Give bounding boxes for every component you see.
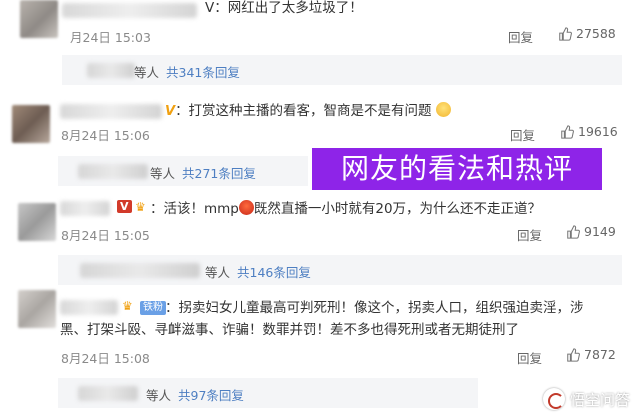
vip-v-icon: V (165, 104, 176, 119)
replies-count-link[interactable]: 共271条回复 (182, 163, 256, 182)
avatar[interactable] (18, 290, 56, 328)
replier-names-blurred (87, 63, 135, 78)
comment-text: V：打赏这种主播的看客，智商是不是有问题 (165, 101, 451, 122)
username-blurred[interactable] (60, 300, 118, 315)
comment-1: V：网红出了太多垃圾了！ 月24日 15:03 回复 27588 等人 共341… (0, 0, 640, 85)
comment-text-line-2: 黑、打架斗殴、寻衅滋事、诈骗！数罪并罚！差不多也得死刑或者无期徒刑了 (60, 322, 519, 338)
comment-text: ：活该！mmp 既然直播一小时就有20万，为什么还不走正道？ (150, 200, 542, 217)
like-count: 9149 (584, 224, 616, 239)
comment-time: 8月24日 15:08 (61, 351, 150, 366)
replies-count-link[interactable]: 共146条回复 (237, 262, 311, 281)
comment-text-line-1: ：拐卖妇女儿童最高可判死刑！像这个，拐卖人口，组织强迫卖淫，涉 (165, 300, 584, 316)
like-button[interactable]: 19616 (560, 124, 618, 139)
comment-time: 8月24日 15:05 (61, 228, 150, 243)
reply-button[interactable]: 回复 (517, 225, 542, 244)
replies-count-link[interactable]: 共341条回复 (166, 62, 240, 81)
username-blurred[interactable] (62, 3, 197, 18)
reply-button[interactable]: 回复 (517, 348, 542, 367)
replier-names-blurred (78, 386, 138, 401)
fan-badge: 铁粉 (140, 301, 166, 315)
thumbs-up-icon (567, 347, 580, 362)
emoji-icon (435, 102, 451, 117)
replies-count-link[interactable]: 共97条回复 (178, 385, 244, 404)
avatar[interactable] (18, 203, 56, 241)
thumbs-up-icon (561, 124, 574, 139)
comment-3: V ♛ ：活该！mmp 既然直播一小时就有20万，为什么还不走正道？ 8月24日 … (0, 195, 640, 285)
thumbs-up-icon (559, 26, 572, 41)
replies-prefix: 等人 (150, 166, 176, 181)
replier-names-blurred (80, 263, 200, 278)
like-button[interactable]: 9149 (566, 224, 616, 239)
watermark: 悟空问答 (542, 388, 630, 410)
replies-prefix: 等人 (134, 65, 160, 80)
like-count: 7872 (584, 347, 616, 362)
replies-prefix: 等人 (205, 265, 231, 280)
like-count: 19616 (578, 124, 618, 139)
reply-summary[interactable]: 等人 共97条回复 (58, 378, 478, 408)
avatar[interactable] (12, 105, 50, 143)
username-blurred[interactable] (60, 104, 162, 119)
comment-time: 月24日 15:03 (70, 30, 151, 45)
reply-button[interactable]: 回复 (508, 27, 533, 46)
reply-summary[interactable]: 等人 共146条回复 (58, 255, 622, 285)
angry-emoji-icon (238, 200, 254, 215)
thumbs-up-icon (567, 224, 580, 239)
like-count: 27588 (576, 26, 616, 41)
comment-text: V：网红出了太多垃圾了！ (205, 0, 363, 16)
comment-time: 8月24日 15:06 (61, 128, 150, 143)
reply-summary[interactable]: 等人 共341条回复 (62, 55, 622, 85)
overlay-title-banner: 网友的看法和热评 (312, 148, 602, 190)
username-blurred[interactable] (60, 201, 110, 216)
vip-v-icon: V (117, 200, 132, 213)
wukong-logo-icon (542, 388, 565, 410)
like-button[interactable]: 7872 (566, 347, 616, 362)
avatar[interactable] (20, 0, 58, 38)
like-button[interactable]: 27588 (558, 26, 616, 41)
watermark-text: 悟空问答 (569, 390, 630, 409)
reply-summary[interactable]: 等人 共271条回复 (58, 156, 308, 186)
replier-names-blurred (78, 164, 148, 179)
fan-level-icon: ♛ (135, 200, 146, 214)
reply-button[interactable]: 回复 (510, 125, 535, 144)
fan-level-icon: ♛ (122, 299, 133, 313)
replies-prefix: 等人 (146, 388, 172, 403)
